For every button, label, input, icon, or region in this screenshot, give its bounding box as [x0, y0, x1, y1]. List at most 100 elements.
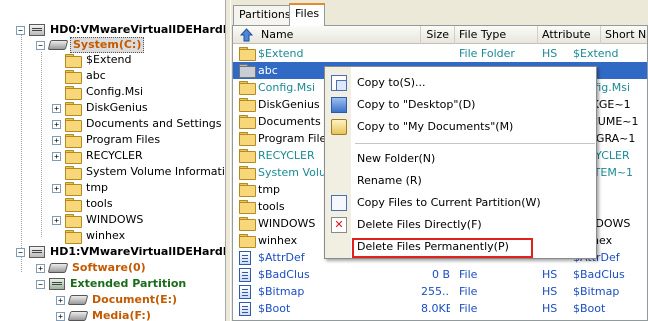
folder-icon — [65, 181, 82, 196]
tree-folder-label: Config.Msi — [86, 85, 144, 98]
file-icon — [239, 268, 251, 282]
tree-folder[interactable]: $Extend — [52, 52, 134, 68]
cell-name-text: tmp — [258, 183, 281, 196]
tab-partitions[interactable]: Partitions — [233, 5, 297, 25]
collapse-toggle[interactable]: − — [16, 25, 25, 35]
tree-folder-label: RECYCLER — [86, 149, 143, 162]
tree-folder[interactable]: abc — [52, 68, 108, 84]
tree-folder-label: DiskGenius — [86, 101, 148, 114]
menu-item-copy-to-desktop[interactable]: Copy to "Desktop"(D) — [325, 95, 596, 115]
expand-toggle[interactable]: + — [52, 183, 61, 193]
tree-folder-label: winhex — [86, 229, 126, 242]
menu-item-copy-to-current-partition[interactable]: Copy Files to Current Partition(W) — [325, 193, 596, 213]
folder-icon — [239, 166, 256, 180]
menu-item-copy-to[interactable]: Copy to(S)... — [325, 73, 596, 93]
tree-extended-partition-label: Extended Partition — [70, 277, 187, 290]
folder-icon — [239, 115, 256, 129]
column-file-type[interactable]: File Type — [455, 26, 538, 44]
cell-name-text: tools — [258, 200, 285, 213]
expand-toggle[interactable]: + — [52, 151, 61, 161]
tree-partition-document[interactable]: + Document(E:) — [56, 292, 179, 308]
my-documents-icon — [331, 119, 347, 135]
hard-disk-icon — [29, 246, 45, 258]
column-size[interactable]: Size — [421, 26, 455, 44]
tree-partition-system[interactable]: − System(C:) — [36, 37, 145, 53]
folder-icon — [239, 149, 256, 163]
copy-icon — [331, 75, 347, 91]
cell-name: $BadClus — [239, 266, 419, 283]
column-short-name[interactable]: Short Name — [601, 26, 647, 44]
menu-item-label: Delete Files Directly(F) — [357, 218, 482, 231]
expand-toggle[interactable]: + — [52, 103, 61, 113]
cell-name-text: $Boot — [258, 302, 291, 315]
directory-tree[interactable]: − HD0:VMwareVirtualIDEHardDrive − System… — [0, 0, 225, 321]
tree-disk-hd0-label: HD0:VMwareVirtualIDEHardDrive — [50, 23, 225, 36]
cell-name-text: $AttrDef — [258, 251, 305, 264]
cell-size: 255.... — [421, 285, 450, 298]
menu-item-rename[interactable]: Rename (R) — [325, 171, 596, 191]
folder-icon — [239, 81, 256, 95]
column-attribute[interactable]: Attribute — [538, 26, 601, 44]
up-folder-icon[interactable] — [240, 28, 253, 42]
cell-name-text: WINDOWS — [258, 217, 316, 230]
folder-icon — [65, 229, 82, 244]
desktop-icon — [331, 97, 347, 113]
menu-item-copy-to-my-documents[interactable]: Copy to "My Documents"(M) — [325, 117, 596, 137]
cell-name-text: winhex — [258, 234, 298, 247]
tree-folder-label: System Volume Information — [86, 165, 225, 178]
collapse-toggle[interactable]: − — [16, 247, 25, 257]
tree-folder[interactable]: + tmp — [52, 180, 110, 196]
tree-partition-media-label: Media(F:) — [92, 309, 151, 321]
menu-item-label: Rename (R) — [357, 174, 422, 187]
tree-folder[interactable]: System Volume Information — [52, 164, 225, 180]
tree-folder-label: Documents and Settings — [86, 117, 222, 130]
table-row[interactable]: $Boot8.0KBFileHS$Boot — [233, 300, 647, 317]
extended-partition-icon — [49, 278, 65, 290]
table-row[interactable]: $Bitmap255....FileHS$Bitmap — [233, 283, 647, 300]
table-row[interactable]: $BadClus 0 B File HS $BadClus — [233, 266, 647, 283]
expand-toggle[interactable]: + — [36, 263, 45, 273]
menu-item-label: Copy Files to Current Partition(W) — [357, 196, 541, 209]
tree-extended-partition[interactable]: − Extended Partition — [36, 276, 188, 292]
expand-toggle[interactable]: + — [52, 135, 61, 145]
collapse-toggle[interactable]: − — [36, 40, 45, 50]
collapse-toggle[interactable]: − — [36, 279, 45, 289]
tree-folder[interactable]: + DiskGenius — [52, 100, 150, 116]
folder-icon — [239, 47, 256, 61]
menu-item-delete-directly[interactable]: ✕ Delete Files Directly(F) — [325, 215, 596, 235]
folder-icon — [65, 69, 82, 84]
table-row[interactable]: $Extend File Folder HS $Extend — [233, 45, 647, 62]
expand-toggle[interactable]: + — [56, 295, 65, 305]
drive-icon — [47, 263, 69, 273]
tree-folder[interactable]: + RECYCLER — [52, 148, 145, 164]
tree-folder[interactable]: + Program Files — [52, 132, 162, 148]
cell-name: $Boot — [239, 300, 419, 317]
folder-icon — [65, 197, 82, 212]
folder-icon — [65, 117, 82, 132]
expand-toggle[interactable]: + — [56, 311, 65, 321]
delete-icon: ✕ — [331, 217, 347, 233]
tree-folder[interactable]: winhex — [52, 228, 127, 244]
folder-icon — [65, 213, 82, 228]
column-name[interactable]: Name — [233, 26, 421, 44]
tree-folder[interactable]: + Documents and Settings — [52, 116, 224, 132]
file-icon — [239, 302, 251, 316]
expand-toggle[interactable]: + — [52, 119, 61, 129]
tree-folder[interactable]: Config.Msi — [52, 84, 145, 100]
tree-partition-system-label: System(C:) — [70, 37, 145, 53]
tree-folder[interactable]: + WINDOWS — [52, 212, 145, 228]
cell-short-name: $Boot — [573, 302, 606, 315]
tree-folder[interactable]: tools — [52, 196, 115, 212]
tree-partition-software[interactable]: + Software(0) — [36, 260, 148, 276]
tree-partition-media[interactable]: + Media(F:) — [56, 308, 153, 321]
folder-icon — [239, 64, 256, 78]
tab-files[interactable]: Files — [289, 3, 326, 26]
cell-file-type: File — [459, 268, 478, 281]
cell-name-text: RECYCLER — [258, 149, 315, 162]
menu-item-label: Copy to(S)... — [357, 76, 426, 89]
tree-disk-hd0[interactable]: − HD0:VMwareVirtualIDEHardDrive — [16, 22, 225, 38]
expand-toggle[interactable]: + — [52, 215, 61, 225]
menu-item-new-folder[interactable]: New Folder(N) — [325, 149, 596, 169]
tree-disk-hd1[interactable]: − HD1:VMwareVirtualIDEHardDrive — [16, 244, 225, 260]
folder-icon — [239, 183, 256, 197]
